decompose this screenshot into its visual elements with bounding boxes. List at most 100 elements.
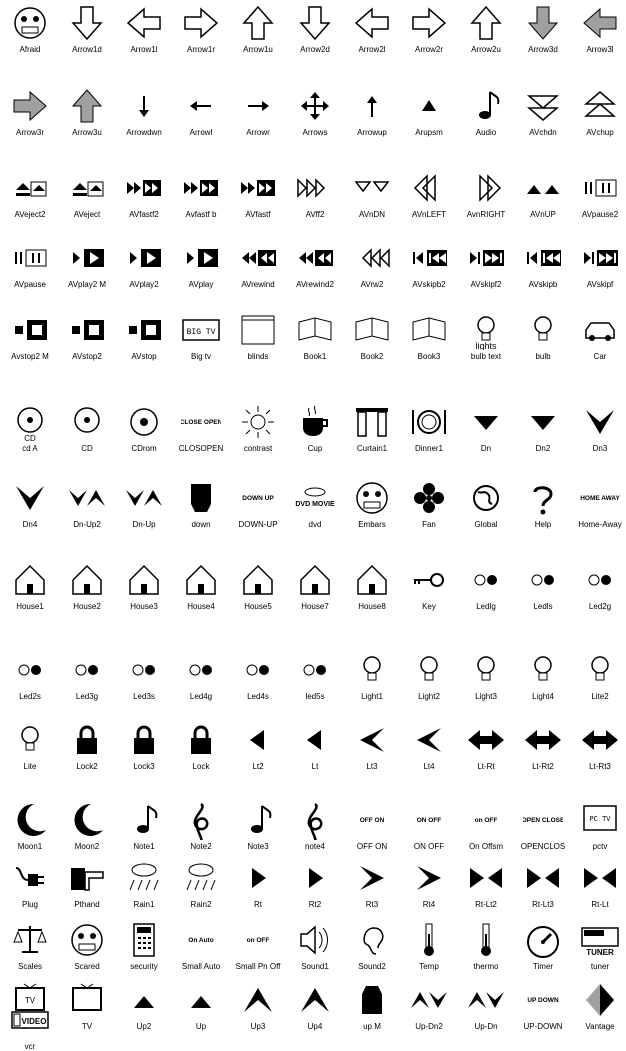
- icon-tile: House2: [57, 560, 117, 611]
- icon-label: Scared: [74, 962, 100, 971]
- icon-label: Led2g: [588, 602, 612, 611]
- icon-label: Arrow1u: [243, 45, 273, 54]
- icon-label: CD: [81, 444, 93, 453]
- icon-tile: Note2: [171, 800, 231, 851]
- icon-label: Dn3: [592, 444, 608, 453]
- icon-label: Avstop2 M: [11, 352, 49, 361]
- icon-tile: Sound2: [342, 920, 402, 971]
- icon-label: Lite: [23, 762, 37, 771]
- icon-label: Home-Away: [578, 520, 622, 529]
- nav-down-icon: [352, 168, 392, 208]
- icon-label: AVeject: [73, 210, 101, 219]
- svg-text:lights: lights: [475, 341, 497, 350]
- icon-tile: Ledls: [513, 560, 573, 611]
- triangle-up-icon: [124, 980, 164, 1020]
- icon-label: AVchup: [586, 128, 614, 137]
- icon-label: AVskipf2: [470, 280, 502, 289]
- icon-label: Arrow2u: [471, 45, 501, 54]
- icon-label: Lock: [192, 762, 210, 771]
- icon-tile: Rt4: [399, 858, 459, 909]
- text-icon: OFF ON: [352, 800, 392, 840]
- icon-tile: Avstop2 M: [0, 310, 60, 361]
- lock-icon: [67, 720, 107, 760]
- icon-label: OPENCLOS: [520, 842, 566, 851]
- nav-left-icon: [409, 168, 449, 208]
- icon-tile: bulb: [513, 310, 573, 361]
- icon-tile: Up-Dn2: [399, 980, 459, 1031]
- icon-tile: TV: [57, 980, 117, 1031]
- icon-label: AVskipb2: [412, 280, 446, 289]
- house-icon: [181, 560, 221, 600]
- icon-tile: Book1: [285, 310, 345, 361]
- triangle-down-icon: [466, 402, 506, 442]
- icon-label: pctv: [592, 842, 608, 851]
- icon-label: Light2: [418, 692, 440, 701]
- icon-label: Led2s: [19, 692, 41, 701]
- icon-label: AVff2: [305, 210, 325, 219]
- led-icon: [580, 560, 620, 600]
- icon-label: Moon1: [17, 842, 43, 851]
- icon-tile: Arrow2r: [399, 3, 459, 54]
- icon-tile: AVrewind2: [285, 238, 345, 289]
- blinds-icon: [238, 310, 278, 350]
- icon-label: ON OFF: [413, 842, 445, 851]
- icon-tile: Vantage: [570, 980, 626, 1031]
- icon-label: Up4: [307, 1022, 323, 1031]
- dinner-icon: [409, 402, 449, 442]
- chevron-down-up-icon: [124, 478, 164, 518]
- icon-tile: Up4: [285, 980, 345, 1031]
- icon-tile: AVstop2: [57, 310, 117, 361]
- icon-tile: Lock3: [114, 720, 174, 771]
- icon-label: Audio: [475, 128, 497, 137]
- icon-label: Dinner1: [414, 444, 443, 453]
- icon-label: Arrow3l: [586, 45, 614, 54]
- icon-tile: HOME AWAY Home-Away: [570, 478, 626, 529]
- icon-tile: House8: [342, 560, 402, 611]
- bulb-icon: lights: [466, 310, 506, 350]
- skip-forward-icon: [580, 238, 620, 278]
- icon-label: Big tv: [190, 352, 211, 361]
- house-icon: [295, 560, 335, 600]
- led-icon: [124, 650, 164, 690]
- arrow-down-outline-icon: [295, 3, 335, 43]
- icon-label: blinds: [247, 352, 269, 361]
- icon-label: Lt4: [423, 762, 435, 771]
- icon-label: House8: [358, 602, 386, 611]
- icon-label: Rt-Lt3: [532, 900, 554, 909]
- lock-icon: [124, 720, 164, 760]
- ear-icon: [352, 920, 392, 960]
- icon-label: AVnDN: [358, 210, 386, 219]
- triangle-right-icon: [238, 858, 278, 898]
- icon-label: Light3: [475, 692, 497, 701]
- icon-tile: AVplay: [171, 238, 231, 289]
- down-tab-icon: [181, 478, 221, 518]
- led-icon: [10, 650, 50, 690]
- thermometer-icon: [409, 920, 449, 960]
- led-icon: [523, 560, 563, 600]
- speaker-icon: [295, 920, 335, 960]
- led-icon: [295, 650, 335, 690]
- icon-tile: Rt-Lt: [570, 858, 626, 909]
- icon-label: Arrowdwn: [126, 128, 162, 137]
- icon-label: Up-Dn2: [415, 1022, 443, 1031]
- arrow-up-outline-icon: [238, 3, 278, 43]
- icon-tile: AVstop: [114, 310, 174, 361]
- icon-tile: House1: [0, 560, 60, 611]
- icon-tile: Cup: [285, 402, 345, 453]
- icon-tile: Lt2: [228, 720, 288, 771]
- icon-label: Up2: [136, 1022, 152, 1031]
- icon-label: Afraid: [19, 45, 41, 54]
- play-icon: [124, 238, 164, 278]
- nav-up-icon: [523, 168, 563, 208]
- icon-label: Plug: [21, 900, 38, 909]
- icon-tile: CD: [57, 402, 117, 453]
- arrow-right-hatched-icon: [10, 86, 50, 126]
- icon-label: Arrowr: [246, 128, 270, 137]
- icon-tile: AVeject: [57, 168, 117, 219]
- icon-label: down: [191, 520, 211, 529]
- arrow-down-outline-icon: [67, 3, 107, 43]
- text-icon: DOWN UP: [238, 478, 278, 518]
- icon-tile: Up2: [114, 980, 174, 1031]
- icon-label: Lite2: [591, 692, 609, 701]
- icon-label: Led3s: [133, 692, 155, 701]
